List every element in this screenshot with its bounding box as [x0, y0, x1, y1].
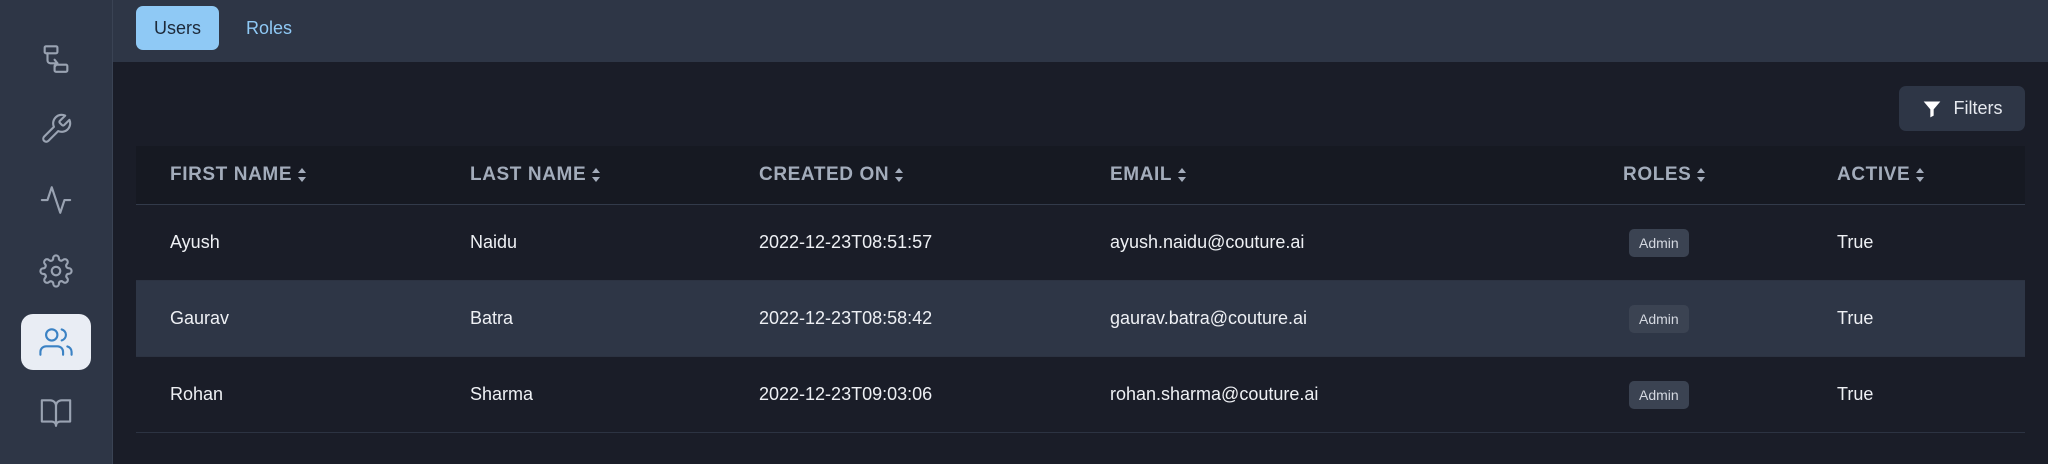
- column-header-roles[interactable]: ROLES: [1623, 146, 1706, 204]
- tab-roles[interactable]: Roles: [237, 6, 301, 50]
- main-content: Filters FIRST NAME LAST NAME CREATED ON …: [113, 62, 2048, 464]
- role-badge: Admin: [1629, 304, 1689, 333]
- sidebar-item-tools[interactable]: [21, 101, 91, 157]
- column-header-last-name[interactable]: LAST NAME: [470, 146, 601, 204]
- column-header-first-name[interactable]: FIRST NAME: [170, 146, 307, 204]
- cell-first-name: Rohan: [170, 384, 224, 404]
- sidebar: [0, 0, 113, 464]
- cell-active: True: [1837, 384, 1874, 404]
- table-header: FIRST NAME LAST NAME CREATED ON EMAIL RO…: [136, 146, 2025, 205]
- wrench-icon: [42, 113, 72, 143]
- users-table: FIRST NAME LAST NAME CREATED ON EMAIL RO…: [136, 146, 2025, 433]
- table-row[interactable]: Gaurav Batra 2022-12-23T08:58:42 gaurav.…: [136, 281, 2025, 357]
- app-root: Users Roles Filters FIRST NAME LAST NAME: [0, 0, 2048, 464]
- users-icon: [39, 328, 73, 356]
- column-header-active[interactable]: ACTIVE: [1837, 146, 1925, 204]
- filters-button[interactable]: Filters: [1899, 86, 2025, 131]
- cell-roles: Admin: [1623, 357, 1689, 432]
- sidebar-item-docs[interactable]: [21, 385, 91, 441]
- cell-roles: Admin: [1623, 205, 1689, 280]
- cell-created-on: 2022-12-23T09:03:06: [759, 384, 933, 404]
- activity-icon: [40, 186, 72, 214]
- sort-icon: [895, 168, 904, 182]
- sort-icon: [592, 168, 601, 182]
- cell-active: True: [1837, 232, 1874, 252]
- tab-users[interactable]: Users: [136, 6, 219, 50]
- filters-label: Filters: [1953, 98, 2003, 118]
- sidebar-item-flow[interactable]: [21, 31, 91, 87]
- role-badge: Admin: [1629, 380, 1689, 409]
- cell-roles: Admin: [1623, 281, 1689, 356]
- sidebar-item-users[interactable]: [21, 314, 91, 370]
- table-row[interactable]: Rohan Sharma 2022-12-23T09:03:06 rohan.s…: [136, 357, 2025, 433]
- column-header-created-on[interactable]: CREATED ON: [759, 146, 904, 204]
- flow-icon: [43, 45, 69, 73]
- table-row[interactable]: Ayush Naidu 2022-12-23T08:51:57 ayush.na…: [136, 205, 2025, 281]
- cell-first-name: Ayush: [170, 232, 220, 252]
- book-icon: [40, 399, 72, 427]
- cell-created-on: 2022-12-23T08:51:57: [759, 232, 933, 252]
- top-bar: Users Roles: [113, 0, 2048, 62]
- cell-active: True: [1837, 308, 1874, 328]
- gear-icon: [39, 254, 73, 288]
- sidebar-item-activity[interactable]: [21, 172, 91, 228]
- sort-icon: [1178, 168, 1187, 182]
- sort-icon: [1916, 168, 1925, 182]
- sort-icon: [298, 168, 307, 182]
- role-badge: Admin: [1629, 228, 1689, 257]
- cell-email: rohan.sharma@couture.ai: [1110, 384, 1319, 404]
- column-header-email[interactable]: EMAIL: [1110, 146, 1187, 204]
- cell-first-name: Gaurav: [170, 308, 230, 328]
- cell-last-name: Sharma: [470, 384, 534, 404]
- sidebar-item-settings[interactable]: [21, 243, 91, 299]
- cell-last-name: Batra: [470, 308, 514, 328]
- cell-email: ayush.naidu@couture.ai: [1110, 232, 1305, 252]
- cell-email: gaurav.batra@couture.ai: [1110, 308, 1308, 328]
- filter-icon: [1923, 101, 1940, 117]
- cell-last-name: Naidu: [470, 232, 518, 252]
- cell-created-on: 2022-12-23T08:58:42: [759, 308, 933, 328]
- sort-icon: [1697, 168, 1706, 182]
